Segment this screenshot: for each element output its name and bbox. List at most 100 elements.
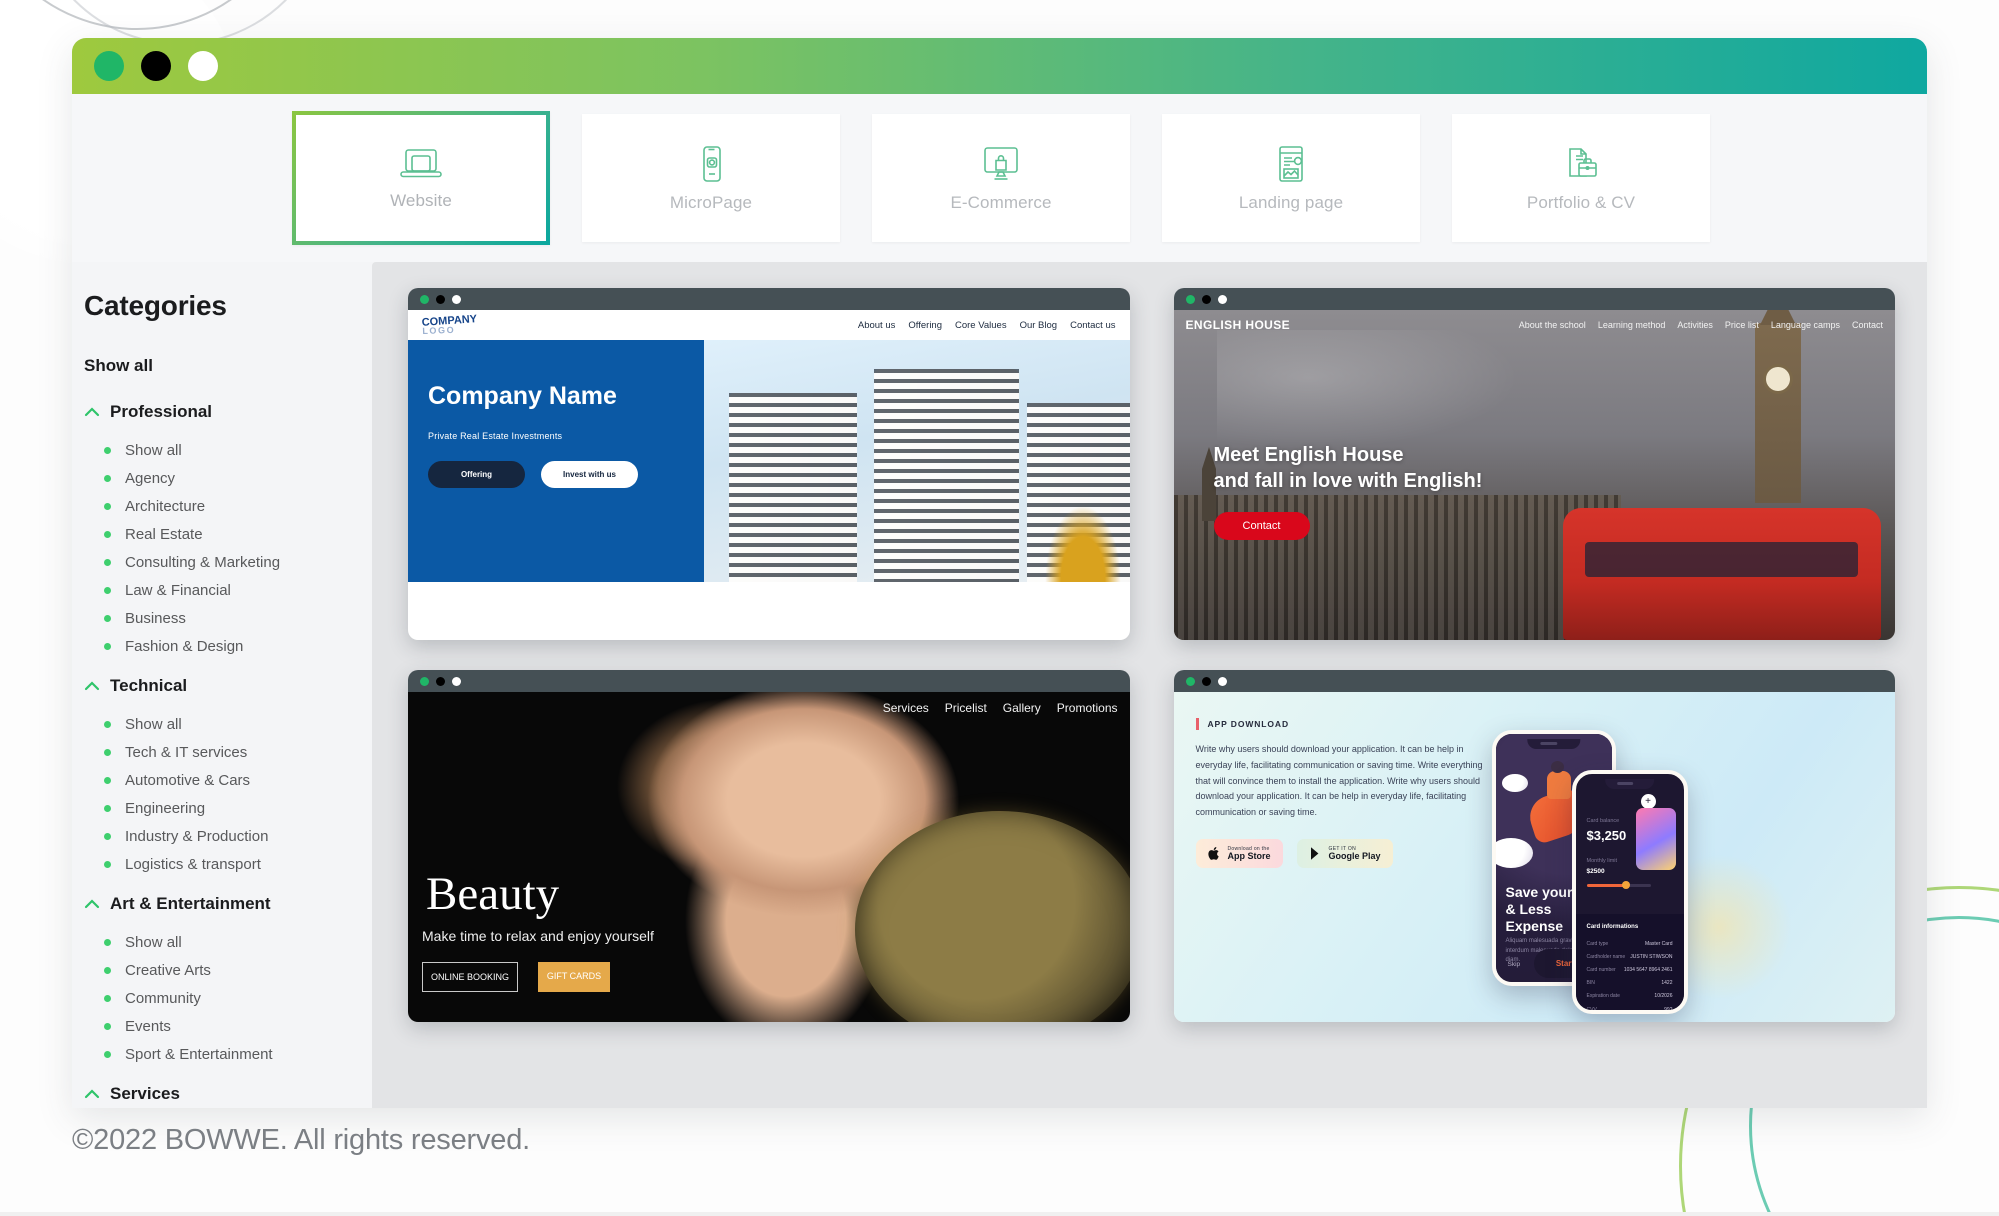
accent-bar-icon (1195, 718, 1199, 730)
sidebar-item-events[interactable]: Events (84, 1012, 372, 1040)
sidebar-item-creative-arts[interactable]: Creative Arts (84, 956, 372, 984)
card-info-key: Card type (1586, 940, 1609, 947)
nav-link[interactable]: Our Blog (1020, 320, 1058, 331)
nav-link[interactable]: Contact us (1070, 320, 1115, 331)
card-info-row: Expiration date 10/2026 (1587, 990, 1673, 1003)
sidebar-item-tech-it-services[interactable]: Tech & IT services (84, 738, 372, 766)
tab-micropage[interactable]: MicroPage (582, 114, 840, 242)
beauty-hero-text: Beauty Make time to relax and enjoy your… (422, 861, 654, 992)
sidebar-item-label: Community (125, 989, 201, 1007)
sidebar-item-technical-show-all[interactable]: Show all (84, 710, 372, 738)
bullet-icon (104, 832, 111, 840)
sidebar-item-architecture[interactable]: Architecture (84, 492, 372, 520)
nav-link[interactable]: About us (858, 320, 896, 331)
sidebar-item-community[interactable]: Community (84, 984, 372, 1012)
add-card-icon[interactable]: + (1640, 794, 1656, 809)
company-invest-button[interactable]: Invest with us (541, 461, 638, 488)
sidebar-item-professional-show-all[interactable]: Show all (84, 436, 372, 464)
template-card-english-house[interactable]: ENGLISH HOUSE About the school Learning … (1173, 288, 1895, 640)
sidebar-item-label: Logistics & transport (125, 855, 261, 873)
sidebar-item-label: Consulting & Marketing (125, 553, 281, 571)
limit-slider[interactable] (1586, 881, 1651, 889)
window-dot-green[interactable] (94, 51, 124, 81)
tab-landing-page[interactable]: Landing page (1162, 114, 1420, 242)
page-title: Categories (84, 290, 227, 321)
browser-chrome-bar (408, 670, 1130, 692)
nav-link[interactable]: Offering (908, 320, 942, 331)
card-balance-label: Card balance (1586, 818, 1620, 824)
google-play-badge[interactable]: GET IT ON Google Play (1296, 838, 1393, 869)
app-store-badge[interactable]: Download on the App Store (1195, 838, 1283, 869)
card-info-value: 10/2026 (1654, 993, 1673, 1000)
tab-ecommerce[interactable]: E-Commerce (872, 114, 1130, 242)
sidebar-group-technical-header[interactable]: Technical (84, 676, 372, 696)
monthly-limit-label: Monthly limit (1586, 858, 1618, 864)
beauty-heading-text: Beauty (426, 868, 560, 920)
company-logo: COMPANY LOGO (421, 313, 478, 337)
sidebar-item-label: Industry & Production (125, 827, 269, 845)
sidebar-group-professional-label: Professional (110, 402, 213, 421)
bullet-icon (104, 748, 111, 756)
browser-dot-white (1217, 676, 1227, 686)
phone-notch-icon (1604, 779, 1655, 789)
bottom-divider (0, 1212, 1999, 1216)
nav-link[interactable]: Promotions (1057, 701, 1118, 715)
beauty-cta-group: ONLINE BOOKING GIFT CARDS (422, 962, 654, 992)
template-preview-company: COMPANY LOGO About us Offering Core Valu… (408, 310, 1130, 640)
window-dot-black[interactable] (141, 51, 171, 81)
sidebar-item-automotive-cars[interactable]: Automotive & Cars (84, 766, 372, 794)
card-info-key: Cardholder name (1586, 953, 1626, 960)
nav-link[interactable]: Core Values (955, 320, 1007, 331)
browser-dot-green (420, 294, 429, 304)
beauty-gift-cards-button[interactable]: GIFT CARDS (538, 962, 610, 992)
sidebar-item-label: Real Estate (125, 525, 203, 543)
tab-portfolio-cv[interactable]: Portfolio & CV (1452, 114, 1710, 242)
window-dot-white[interactable] (188, 51, 218, 81)
sidebar-item-label: Events (125, 1017, 171, 1035)
template-card-company[interactable]: COMPANY LOGO About us Offering Core Valu… (408, 288, 1130, 640)
sidebar-group-professional-header[interactable]: Professional (84, 402, 372, 422)
sidebar-group-services-label: Services (110, 1084, 180, 1103)
sidebar-item-business[interactable]: Business (84, 604, 372, 632)
sidebar-sublist-art-entertainment: Show all Creative Arts Community Events … (84, 928, 372, 1068)
app-download-kicker-label: APP DOWNLOAD (1207, 719, 1289, 729)
nav-link[interactable]: Learning method (1598, 320, 1666, 330)
sidebar-item-consulting-marketing[interactable]: Consulting & Marketing (84, 548, 372, 576)
sidebar-item-logistics-transport[interactable]: Logistics & transport (84, 850, 372, 878)
sidebar-item-label: Tech & IT services (125, 743, 248, 761)
sidebar-item-real-estate[interactable]: Real Estate (84, 520, 372, 548)
template-card-beauty[interactable]: Services Pricelist Gallery Promotions Be… (408, 670, 1130, 1022)
sidebar-item-sport-entertainment[interactable]: Sport & Entertainment (84, 1040, 372, 1068)
sidebar-item-engineering[interactable]: Engineering (84, 794, 372, 822)
sidebar-item-label: Agency (125, 469, 176, 487)
sidebar-item-industry-production[interactable]: Industry & Production (84, 822, 372, 850)
nav-link[interactable]: Services (883, 701, 929, 715)
nav-link[interactable]: Contact (1852, 320, 1883, 330)
nav-link[interactable]: Activities (1677, 320, 1713, 330)
english-house-hero-text: Meet English House and fall in love with… (1213, 442, 1482, 540)
sidebar-item-fashion-design[interactable]: Fashion & Design (84, 632, 372, 660)
sidebar-item-law-financial[interactable]: Law & Financial (84, 576, 372, 604)
sidebar-group-services-header[interactable]: Services (84, 1084, 372, 1104)
card-info-row: CVV 992 (1587, 1003, 1673, 1010)
nav-link[interactable]: About the school (1519, 320, 1586, 330)
nav-link[interactable]: Gallery (1003, 701, 1041, 715)
tab-website[interactable]: Website (292, 111, 550, 245)
template-card-app-download[interactable]: APP DOWNLOAD Write why users should down… (1173, 670, 1895, 1022)
phone-skip-button[interactable]: Skip (1508, 961, 1521, 968)
sidebar-group-technical-label: Technical (110, 676, 188, 695)
bullet-icon (104, 586, 111, 594)
nav-link[interactable]: Price list (1725, 320, 1759, 330)
company-navbar: COMPANY LOGO About us Offering Core Valu… (408, 310, 1130, 340)
sidebar-group-art-entertainment-header[interactable]: Art & Entertainment (84, 894, 372, 914)
bullet-icon (104, 860, 111, 868)
sidebar-item-agency[interactable]: Agency (84, 464, 372, 492)
sidebar-item-art-show-all[interactable]: Show all (84, 928, 372, 956)
company-offering-button[interactable]: Offering (428, 461, 525, 488)
sidebar-show-all[interactable]: Show all (84, 356, 372, 376)
bullet-icon (104, 1022, 111, 1030)
nav-link[interactable]: Language camps (1771, 320, 1840, 330)
nav-link[interactable]: Pricelist (945, 701, 987, 715)
english-house-contact-button[interactable]: Contact (1213, 512, 1310, 540)
beauty-online-booking-button[interactable]: ONLINE BOOKING (422, 962, 518, 992)
